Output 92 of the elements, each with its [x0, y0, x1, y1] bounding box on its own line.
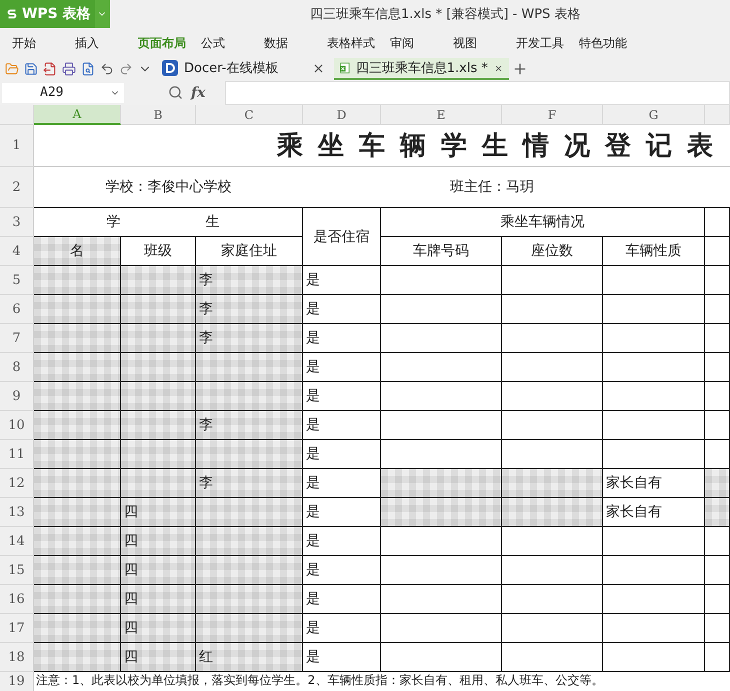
- row-header[interactable]: 5: [0, 266, 34, 295]
- sheet-title: 乘坐车辆学生情况登记表: [34, 125, 730, 167]
- column-header[interactable]: E: [381, 105, 502, 125]
- table-cell: 是: [303, 556, 381, 585]
- table-cell: 是: [303, 527, 381, 556]
- wps-logo-icon: [6, 7, 18, 21]
- column-header[interactable]: B: [121, 105, 196, 125]
- table-header: 乘坐车辆情况: [381, 208, 705, 237]
- table-cell: 是: [303, 382, 381, 411]
- table-header: 是否住宿: [303, 208, 381, 266]
- menu-tab[interactable]: 数据: [264, 34, 327, 52]
- table-cell: 李: [196, 266, 303, 295]
- redo-icon[interactable]: [119, 62, 133, 76]
- column-header[interactable]: F: [502, 105, 603, 125]
- print-icon[interactable]: [62, 62, 76, 76]
- table-cell: 四: [121, 527, 196, 556]
- table-cell: 四: [121, 556, 196, 585]
- undo-icon[interactable]: [100, 62, 114, 76]
- menu-tab[interactable]: 特色功能: [579, 34, 642, 52]
- column-header[interactable]: D: [303, 105, 381, 125]
- menu-tab[interactable]: 开始: [12, 34, 75, 52]
- save-icon[interactable]: [24, 62, 38, 76]
- export-icon[interactable]: [43, 62, 57, 76]
- row-header[interactable]: 1: [0, 125, 34, 167]
- row-header[interactable]: 10: [0, 411, 34, 440]
- name-box[interactable]: A29: [2, 82, 124, 102]
- table-header: 车辆性质: [603, 237, 705, 266]
- table-cell: 红: [196, 643, 303, 672]
- row-header[interactable]: 16: [0, 585, 34, 614]
- docer-logo-icon: [162, 60, 178, 76]
- print-preview-icon[interactable]: [81, 62, 95, 76]
- school-label: 学校：李俊中心学校: [34, 167, 303, 208]
- table-cell: [705, 237, 730, 266]
- note-text: 注意：1、此表以校为单位填报，落实到每位学生。2、车辆性质指：家长自有、租用、私人班车、公交等。: [35, 672, 604, 689]
- row-header[interactable]: 15: [0, 556, 34, 585]
- table-cell: 是: [303, 440, 381, 469]
- row-header[interactable]: 17: [0, 614, 34, 643]
- row-header[interactable]: 8: [0, 353, 34, 382]
- table-cell: 是: [303, 324, 381, 353]
- menu-tab[interactable]: 审阅: [390, 34, 453, 52]
- table-cell: 李: [196, 411, 303, 440]
- row-header[interactable]: 18: [0, 643, 34, 672]
- new-tab-icon[interactable]: [512, 61, 528, 77]
- table-cell: [705, 208, 730, 237]
- row-header[interactable]: 12: [0, 469, 34, 498]
- table-cell: 是: [303, 643, 381, 672]
- tab-label: Docer-在线模板: [184, 60, 280, 77]
- spreadsheet-file-icon: [340, 60, 350, 76]
- table-cell: 是: [303, 614, 381, 643]
- table-cell: 四: [121, 498, 196, 527]
- teacher-label: 班主任：马玥: [381, 167, 603, 208]
- row-header[interactable]: 2: [0, 167, 34, 208]
- row-header[interactable]: 14: [0, 527, 34, 556]
- menu-tab[interactable]: 表格样式: [327, 34, 390, 52]
- table-cell: 李: [196, 324, 303, 353]
- formula-input[interactable]: [225, 80, 730, 104]
- column-header[interactable]: C: [196, 105, 303, 125]
- table-cell: 是: [303, 353, 381, 382]
- table-cell: 是: [303, 411, 381, 440]
- row-header[interactable]: 13: [0, 498, 34, 527]
- table-cell: 是: [303, 585, 381, 614]
- table-cell: 是: [303, 295, 381, 324]
- table-cell: 李: [196, 469, 303, 498]
- search-icon[interactable]: [168, 85, 183, 100]
- header-text: 学: [106, 213, 120, 231]
- row-header[interactable]: 3: [0, 208, 34, 237]
- row-header[interactable]: 11: [0, 440, 34, 469]
- document-tab[interactable]: 四三班乘车信息1.xls *: [334, 58, 509, 80]
- menu-tab[interactable]: 插入: [75, 34, 138, 52]
- tab-label: 四三班乘车信息1.xls *: [356, 60, 488, 77]
- menu-tab[interactable]: 视图: [453, 34, 516, 52]
- table-cell: 李: [196, 295, 303, 324]
- table-header: 名: [34, 237, 121, 266]
- table-cell: 四: [121, 614, 196, 643]
- row-header[interactable]: 4: [0, 237, 34, 266]
- row-header[interactable]: 19: [0, 672, 34, 691]
- menu-tab[interactable]: 页面布局: [138, 34, 201, 52]
- row-header[interactable]: 7: [0, 324, 34, 353]
- table-cell: 是: [303, 266, 381, 295]
- row-header[interactable]: 9: [0, 382, 34, 411]
- header-text: 生: [206, 213, 220, 231]
- close-icon[interactable]: [312, 62, 325, 74]
- window-title: 四三班乘车信息1.xls * [兼容模式] - WPS 表格: [310, 6, 580, 23]
- row-header[interactable]: 6: [0, 295, 34, 324]
- table-cell: 四: [121, 643, 196, 672]
- menu-tab[interactable]: 开发工具: [516, 34, 579, 52]
- table-header: 座位数: [502, 237, 603, 266]
- column-header[interactable]: G: [603, 105, 705, 125]
- function-button[interactable]: fx: [191, 84, 206, 100]
- menu-tab[interactable]: 公式: [201, 34, 264, 52]
- table-header: 车牌号码: [381, 237, 502, 266]
- table-cell: 四: [121, 585, 196, 614]
